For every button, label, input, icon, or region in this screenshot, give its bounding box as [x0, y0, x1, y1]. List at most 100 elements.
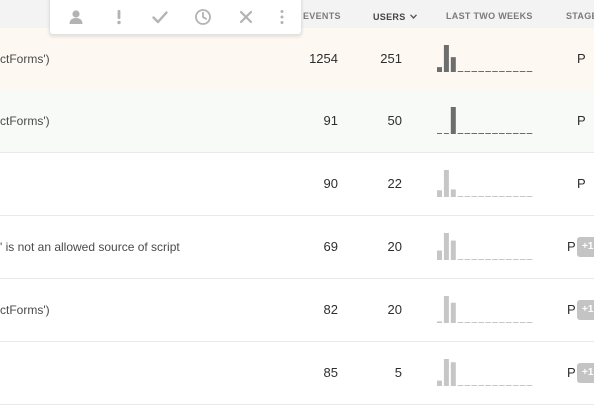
sparkline-bar [478, 259, 484, 260]
sparkline-bar [457, 133, 464, 134]
sparkline-bar [443, 45, 449, 72]
sparkline-bar [437, 321, 442, 323]
sparkline-bar [519, 71, 526, 72]
last-two-weeks-column-header[interactable]: LAST TWO WEEKS [446, 11, 533, 21]
sparkline-bar [471, 196, 478, 197]
issue-message[interactable]: ctForms') [0, 114, 50, 128]
issue-row[interactable]: 90 22 P [0, 153, 594, 216]
issue-message[interactable]: ' is not an allowed source of script [0, 240, 180, 254]
sparkline-bar [519, 259, 526, 260]
user-count: 20 [387, 302, 402, 317]
event-count: 69 [323, 239, 338, 254]
additional-stage-badge[interactable]: +1 [577, 300, 594, 320]
sparkline-bar [457, 71, 464, 72]
sparkline-bar [526, 259, 533, 260]
additional-stage-badge[interactable]: +1 [577, 237, 594, 257]
sparkline-bar [506, 385, 512, 386]
more-options-icon[interactable] [273, 8, 291, 26]
last-two-weeks-sparkline[interactable] [437, 168, 533, 198]
sparkline-bar [506, 71, 512, 72]
issue-row[interactable]: ' is not an allowed source of script 69 20… [0, 216, 594, 279]
ignore-x-icon[interactable] [237, 8, 255, 26]
issue-row[interactable]: ctForms') 1254 251 P [0, 28, 594, 91]
last-two-weeks-sparkline[interactable] [437, 294, 533, 324]
sparkline-bar [450, 302, 456, 323]
sparkline-bar [450, 107, 456, 134]
sparkline-bar [437, 67, 442, 72]
sparkline-bar [450, 189, 456, 197]
sparkline-bar [478, 196, 484, 197]
sparkline-bar [506, 259, 512, 260]
sparkline-bar [450, 362, 456, 386]
sparkline-bar [506, 133, 512, 134]
additional-stage-badge[interactable]: +1 [577, 363, 594, 383]
issue-row[interactable]: 85 5 P +1 [0, 342, 594, 405]
sparkline-bar [443, 359, 449, 386]
sparkline-bar [492, 385, 498, 386]
sparkline-bar [457, 385, 464, 386]
sparkline-bar [492, 259, 498, 260]
stage-column-header[interactable]: STAGE [566, 11, 594, 21]
sparkline-bar [464, 133, 471, 134]
priority-icon[interactable] [110, 8, 128, 26]
issue-message[interactable]: ctForms') [0, 52, 50, 66]
event-count: 90 [323, 176, 338, 191]
sparkline-bar [485, 133, 491, 134]
stage-label: P [577, 176, 586, 191]
sparkline-bar [437, 250, 442, 260]
stage-label: P [567, 365, 576, 380]
issue-row[interactable]: ctForms') 91 50 P [0, 90, 594, 153]
sparkline-bar [499, 259, 505, 260]
last-two-weeks-sparkline[interactable] [437, 357, 533, 387]
sparkline-bar [512, 71, 519, 72]
resolve-check-icon[interactable] [151, 8, 169, 26]
sparkline-bar [512, 196, 519, 197]
sparkline-bar [437, 190, 442, 197]
sparkline-bar [443, 296, 449, 323]
sparkline-bar [450, 240, 456, 260]
stage-label: P [577, 113, 586, 128]
sparkline-bar [464, 259, 471, 260]
issue-row[interactable]: ctForms') 82 20 P +1 [0, 279, 594, 342]
last-two-weeks-sparkline[interactable] [437, 43, 533, 73]
sparkline-bar [443, 170, 449, 197]
issue-message[interactable]: ctForms') [0, 303, 50, 317]
sparkline-bar [526, 196, 533, 197]
sparkline-bar [443, 133, 449, 134]
last-two-weeks-sparkline[interactable] [437, 105, 533, 135]
sparkline-bar [499, 322, 505, 323]
sparkline-bar [526, 322, 533, 323]
assign-user-icon[interactable] [67, 8, 85, 26]
sparkline-bar [506, 322, 512, 323]
sparkline-bar [437, 133, 442, 134]
sparkline-bar [437, 380, 442, 386]
sparkline-bar [526, 71, 533, 72]
sparkline-bar [519, 133, 526, 134]
sparkline-bar [499, 133, 505, 134]
sparkline-bar [471, 259, 478, 260]
sparkline-bar [526, 385, 533, 386]
sparkline-bar [450, 57, 456, 72]
snooze-clock-icon[interactable] [194, 8, 212, 26]
sparkline-bar [506, 196, 512, 197]
users-column-header[interactable]: USERS [373, 11, 417, 22]
sparkline-bar [478, 385, 484, 386]
sparkline-bar [519, 385, 526, 386]
sparkline-bar [485, 196, 491, 197]
sparkline-bar [492, 322, 498, 323]
user-count: 50 [387, 113, 402, 128]
stage-label: P [567, 239, 576, 254]
sparkline-bar [492, 71, 498, 72]
last-two-weeks-sparkline[interactable] [437, 231, 533, 261]
user-count: 22 [387, 176, 402, 191]
sparkline-bar [492, 196, 498, 197]
users-column-label: USERS [373, 12, 406, 22]
user-count: 251 [380, 51, 402, 66]
sparkline-bar [471, 385, 478, 386]
sparkline-bar [519, 196, 526, 197]
sparkline-bar [478, 322, 484, 323]
events-column-header[interactable]: EVENTS [303, 11, 341, 21]
sparkline-bar [471, 322, 478, 323]
event-count: 85 [323, 365, 338, 380]
sparkline-bar [485, 71, 491, 72]
